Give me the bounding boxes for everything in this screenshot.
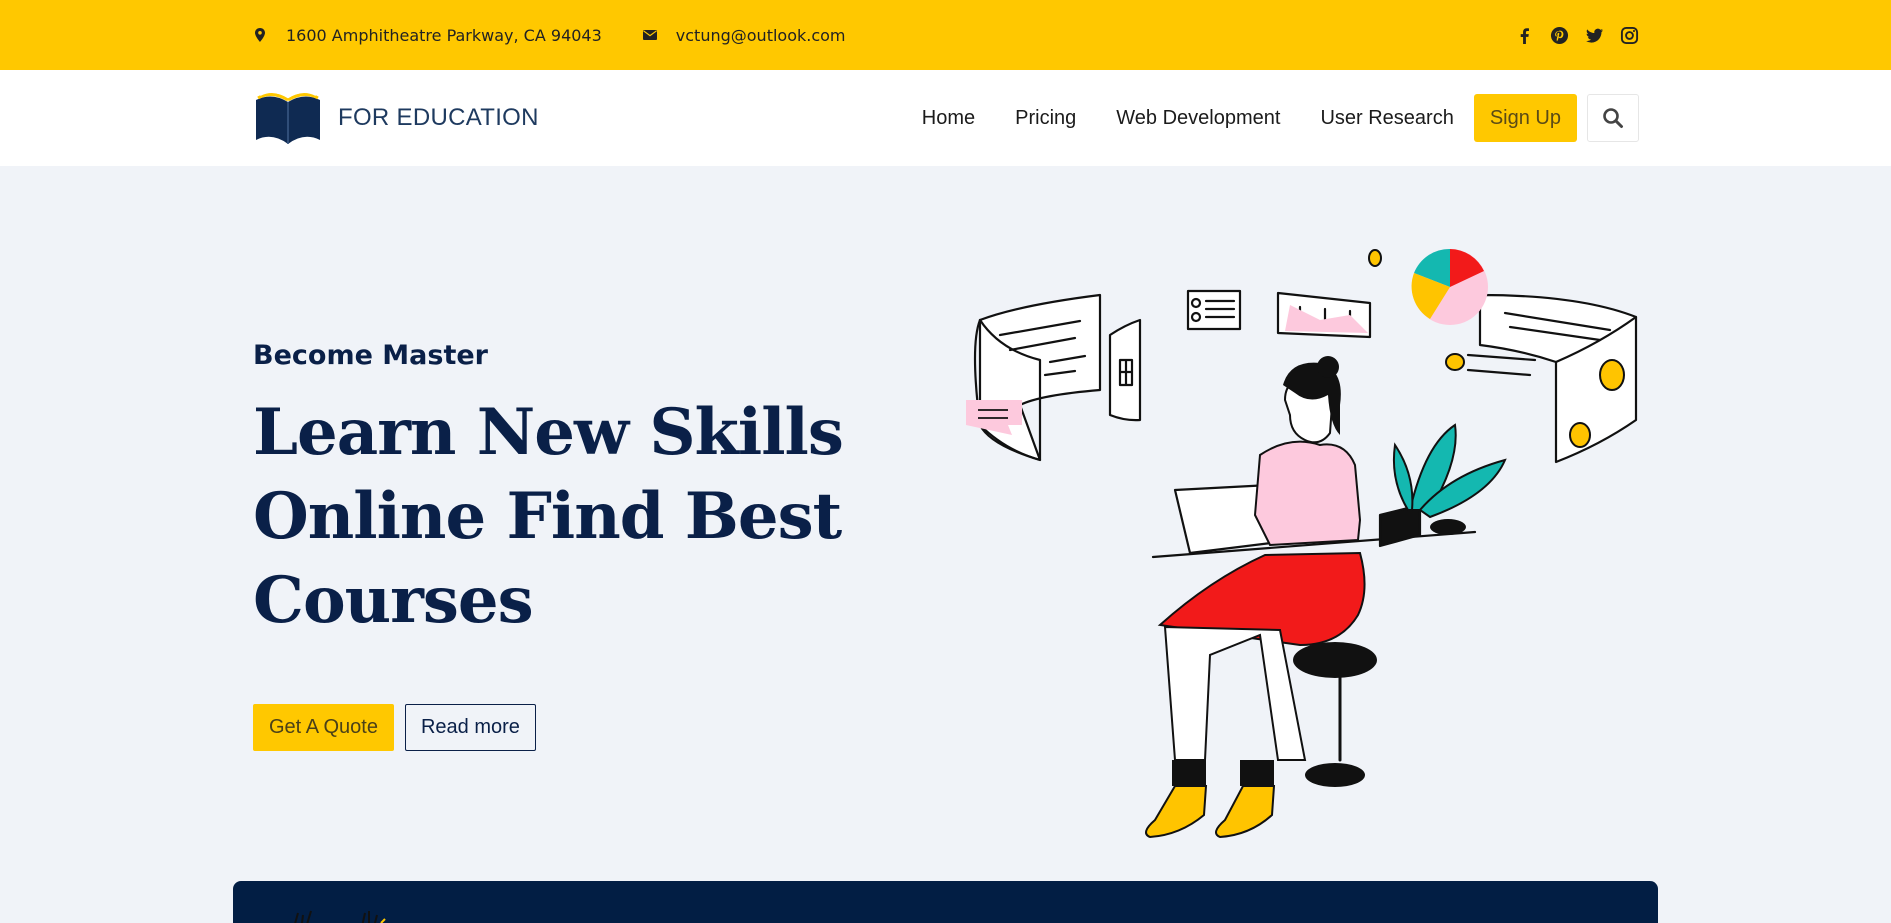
nav-web-development[interactable]: Web Development <box>1116 107 1280 130</box>
address-text: 1600 Amphitheatre Parkway, CA 94043 <box>286 25 602 45</box>
instagram-icon[interactable] <box>1620 26 1639 45</box>
nav-home[interactable]: Home <box>922 107 975 130</box>
hero-illustration <box>966 248 1638 839</box>
envelope-icon <box>642 30 657 40</box>
logo-text: FOR EDUCATION <box>338 104 539 131</box>
twitter-icon[interactable] <box>1585 26 1604 45</box>
contact-email[interactable]: vctung@outlook.com <box>642 26 846 45</box>
map-marker-icon <box>255 28 265 42</box>
open-book-icon <box>256 91 320 144</box>
headline-line: Online Find Best <box>253 479 842 554</box>
read-more-button[interactable]: Read more <box>404 704 536 751</box>
search-icon <box>1603 108 1623 128</box>
social-links <box>1515 26 1639 45</box>
sign-up-button[interactable]: Sign Up <box>1473 94 1577 142</box>
nav-user-research[interactable]: User Research <box>1320 107 1453 130</box>
hero-section: Become Master Learn New Skills Online Fi… <box>253 340 873 643</box>
nav-pricing[interactable]: Pricing <box>1015 107 1076 130</box>
pinterest-icon[interactable] <box>1550 26 1569 45</box>
email-text[interactable]: vctung@outlook.com <box>676 26 846 45</box>
decorative-sketch-icon <box>294 910 386 923</box>
top-bar: 1600 Amphitheatre Parkway, CA 94043 vctu… <box>0 0 1891 70</box>
headline-line: Courses <box>253 563 534 638</box>
contact-address: 1600 Amphitheatre Parkway, CA 94043 <box>252 26 602 45</box>
headline-line: Learn New Skills <box>253 395 844 470</box>
facebook-icon[interactable] <box>1515 26 1534 45</box>
search-button[interactable] <box>1587 94 1639 142</box>
get-a-quote-button[interactable]: Get A Quote <box>253 704 394 751</box>
features-band <box>233 881 1658 923</box>
main-nav: Home Pricing Web Development User Resear… <box>922 107 1454 130</box>
hero-actions: Get A Quote Read more <box>253 704 536 751</box>
main-header: FOR EDUCATION Home Pricing Web Developme… <box>0 70 1891 166</box>
site-logo[interactable]: FOR EDUCATION <box>252 88 539 148</box>
hero-eyebrow: Become Master <box>253 340 488 371</box>
hero-headline: Learn New Skills Online Find Best Course… <box>253 391 873 643</box>
